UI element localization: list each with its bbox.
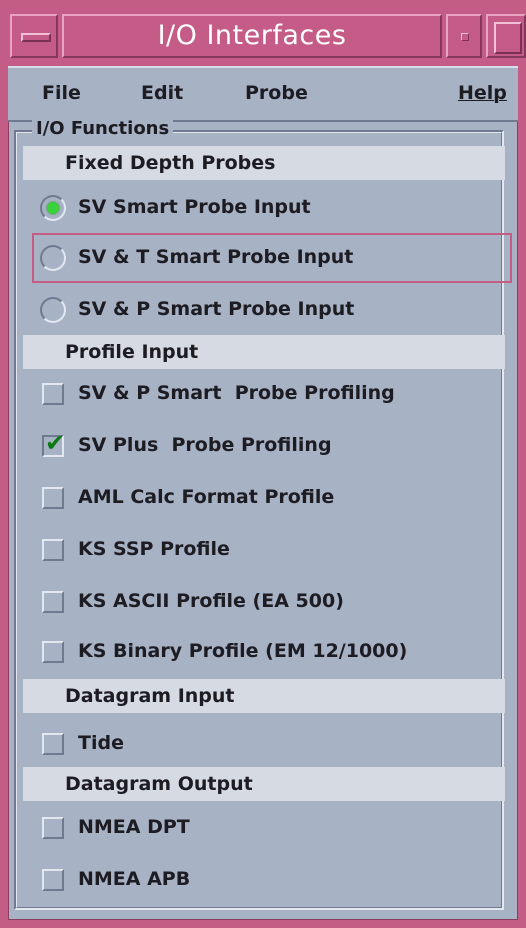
option-label: SV Plus Probe Profiling [78, 434, 332, 456]
check-aml-calc-format-profile[interactable]: AML Calc Format Profile [24, 476, 504, 520]
checkbox-icon[interactable] [42, 539, 64, 561]
window-menu-icon [21, 33, 51, 42]
option-label: NMEA DPT [78, 816, 190, 838]
section-fixed-depth-probes: Fixed Depth Probes [23, 146, 505, 180]
option-label: KS Binary Profile (EM 12/1000) [78, 640, 408, 662]
menu-probe[interactable]: Probe [245, 82, 308, 104]
check-ks-binary-profile[interactable]: KS Binary Profile (EM 12/1000) [24, 630, 504, 674]
check-tide[interactable]: Tide [24, 722, 504, 766]
radio-unselected-icon[interactable] [40, 245, 66, 271]
checkbox-icon[interactable] [42, 383, 64, 405]
title-bar[interactable]: I/O Interfaces [8, 8, 526, 68]
check-mark-icon: ✔ [45, 429, 66, 457]
maximize-button[interactable] [486, 14, 526, 58]
check-nmea-dpt[interactable]: NMEA DPT [24, 806, 504, 850]
group-legend: I/O Functions [32, 118, 174, 139]
menu-edit[interactable]: Edit [141, 82, 183, 104]
radio-selected-icon[interactable] [40, 195, 66, 221]
option-label: KS ASCII Profile (EA 500) [78, 590, 344, 612]
option-label: SV & P Smart Probe Input [78, 298, 355, 320]
check-nmea-apb[interactable]: NMEA APB [24, 858, 504, 902]
option-label: NMEA APB [78, 868, 191, 890]
menu-bar: File Edit Probe Help [8, 66, 518, 122]
checkbox-icon[interactable] [42, 641, 64, 663]
checkbox-icon[interactable] [42, 733, 64, 755]
option-label: SV Smart Probe Input [78, 196, 311, 218]
option-label: Tide [78, 732, 124, 754]
check-sv-plus-probe-profiling[interactable]: ✔ SV Plus Probe Profiling [24, 424, 504, 468]
checkbox-checked-icon[interactable]: ✔ [42, 431, 65, 457]
check-ks-ascii-profile[interactable]: KS ASCII Profile (EA 500) [24, 580, 504, 624]
check-sv-p-smart-probe-profiling[interactable]: SV & P Smart Probe Profiling [24, 372, 504, 416]
option-label: SV & T Smart Probe Input [78, 246, 354, 268]
menu-file[interactable]: File [42, 82, 81, 104]
section-datagram-output: Datagram Output [23, 767, 505, 801]
option-label: AML Calc Format Profile [78, 486, 335, 508]
minimize-icon [461, 33, 469, 41]
window-menu-button[interactable] [10, 14, 58, 58]
option-label: SV & P Smart Probe Profiling [78, 382, 395, 404]
radio-sv-t-smart-probe-input[interactable]: SV & T Smart Probe Input [24, 236, 504, 280]
checkbox-icon[interactable] [42, 591, 64, 613]
check-ks-ssp-profile[interactable]: KS SSP Profile [24, 528, 504, 572]
checkbox-icon[interactable] [42, 487, 64, 509]
section-profile-input: Profile Input [23, 335, 505, 369]
option-label: KS SSP Profile [78, 538, 230, 560]
checkbox-icon[interactable] [42, 869, 64, 891]
section-datagram-input: Datagram Input [23, 679, 505, 713]
window-title: I/O Interfaces [62, 14, 442, 58]
checkbox-icon[interactable] [42, 817, 64, 839]
menu-help[interactable]: Help [458, 82, 507, 104]
maximize-icon [494, 22, 522, 54]
radio-sv-smart-probe-input[interactable]: SV Smart Probe Input [24, 186, 504, 230]
radio-unselected-icon[interactable] [40, 297, 66, 323]
minimize-button[interactable] [446, 14, 482, 58]
radio-sv-p-smart-probe-input[interactable]: SV & P Smart Probe Input [24, 288, 504, 332]
